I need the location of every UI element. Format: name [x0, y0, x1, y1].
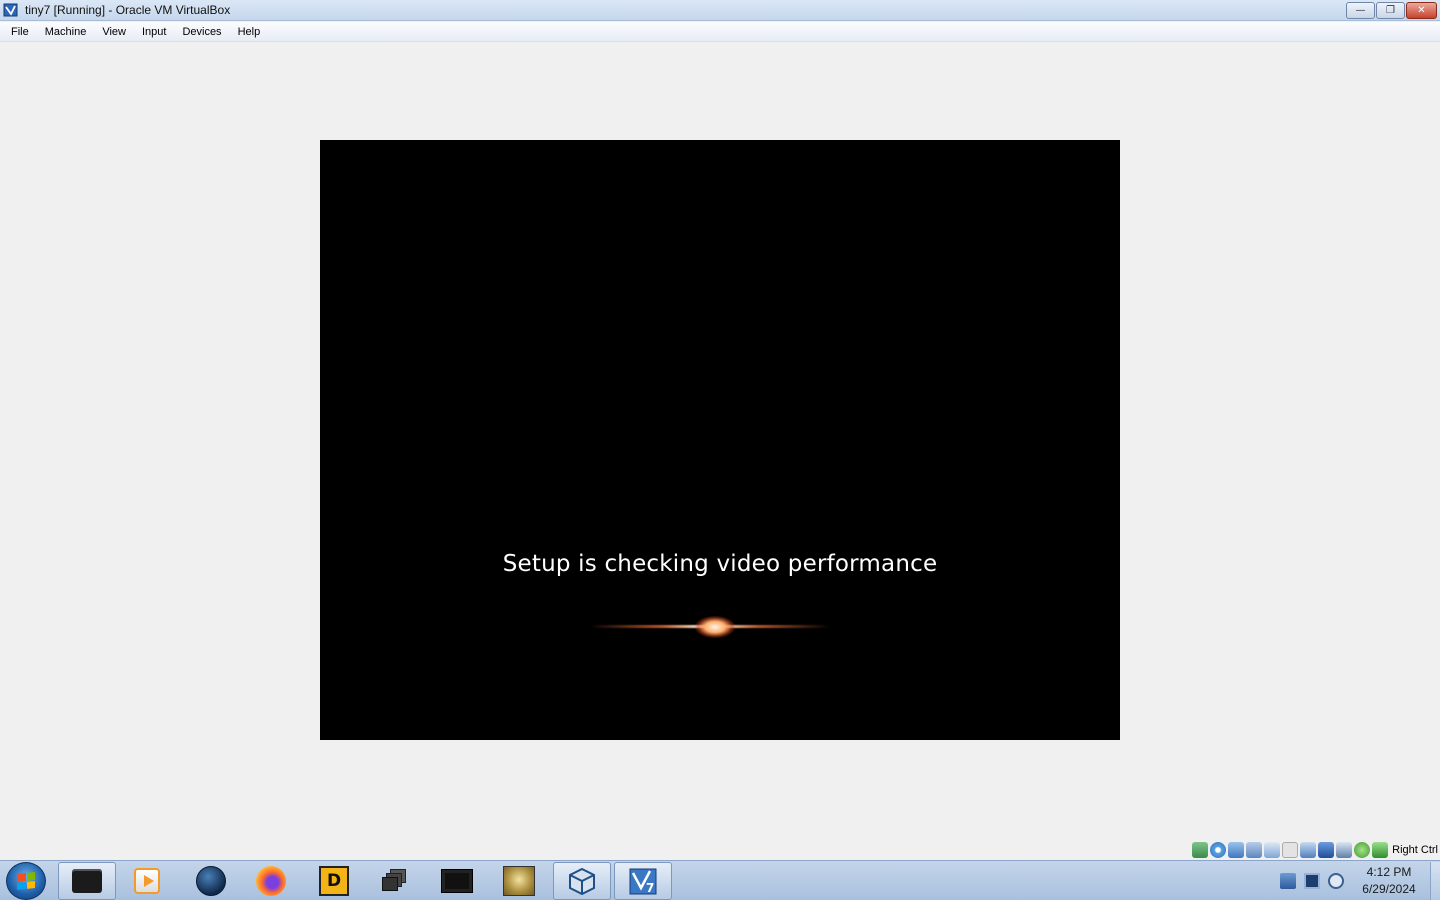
menu-machine[interactable]: Machine [37, 26, 95, 38]
optical-drive-icon[interactable] [1210, 842, 1227, 858]
recording-icon[interactable] [1318, 842, 1335, 858]
shared-folders-icon[interactable] [1282, 842, 1299, 858]
menu-devices[interactable]: Devices [174, 26, 229, 38]
taskbar-console[interactable] [428, 862, 486, 900]
firefox-icon [256, 866, 286, 896]
clock-date: 6/29/2024 [1362, 882, 1416, 896]
menu-file[interactable]: File [3, 26, 37, 38]
taskbar-vbox-cat[interactable] [490, 862, 548, 900]
title-bar: tiny7 [Running] - Oracle VM VirtualBox —… [0, 0, 1440, 21]
taskbar-firefox[interactable] [242, 862, 300, 900]
svg-text:7: 7 [646, 881, 654, 895]
display-icon[interactable] [1300, 842, 1317, 858]
vm-display[interactable]: Setup is checking video performance [320, 140, 1120, 740]
globe-browser-icon [196, 866, 226, 896]
vbox-cat-icon [503, 866, 535, 896]
network-tray-icon[interactable] [1304, 873, 1320, 889]
close-icon: ✕ [1417, 5, 1426, 16]
show-desktop-button[interactable] [1430, 862, 1440, 900]
restore-icon: ❐ [1386, 5, 1395, 16]
mouse-integration-icon[interactable] [1354, 842, 1371, 858]
keyboard-icon[interactable] [1372, 842, 1389, 858]
menu-input[interactable]: Input [134, 26, 174, 38]
windows7-vm-icon: 7 [628, 866, 658, 896]
taskbar-globe-browser[interactable] [182, 862, 240, 900]
minimize-button[interactable]: — [1346, 2, 1375, 19]
window-title: tiny7 [Running] - Oracle VM VirtualBox [25, 3, 231, 17]
clock-time: 4:12 PM [1366, 865, 1412, 879]
taskbar-de-app[interactable]: D [305, 862, 363, 900]
minimize-icon: — [1355, 5, 1366, 16]
menu-help[interactable]: Help [230, 26, 269, 38]
media-player-icon [134, 868, 160, 894]
taskbar-window-switcher[interactable] [366, 862, 424, 900]
taskbar-media-player[interactable] [118, 862, 176, 900]
windows-logo-icon [17, 872, 35, 890]
hard-disk-icon[interactable] [1192, 842, 1209, 858]
virtualbox-icon [568, 867, 596, 896]
menu-bar: File Machine View Input Devices Help [0, 22, 1440, 42]
volume-icon[interactable] [1328, 873, 1344, 889]
windows-stack-icon [382, 869, 408, 893]
taskbar-terminal[interactable] [58, 862, 116, 900]
de-app-icon: D [319, 866, 349, 896]
system-tray: 4:12 PM 6/29/2024 [1280, 862, 1440, 900]
restore-button[interactable]: ❐ [1376, 2, 1405, 19]
clock[interactable]: 4:12 PM 6/29/2024 [1352, 864, 1426, 898]
taskbar-tiny7-vm[interactable]: 7 [614, 862, 672, 900]
setup-status-text: Setup is checking video performance [502, 551, 938, 577]
audio-icon[interactable] [1228, 842, 1245, 858]
taskbar: D 7 4:12 PM 6/29/2024 [0, 860, 1440, 900]
action-center-icon[interactable] [1280, 873, 1296, 889]
host-key-label: Right Ctrl [1392, 844, 1438, 856]
taskbar-virtualbox-manager[interactable] [553, 862, 611, 900]
vm-status-bar: Right Ctrl [1192, 841, 1438, 859]
progress-flare-glow [695, 616, 735, 638]
usb-icon[interactable] [1264, 842, 1281, 858]
start-button[interactable] [6, 862, 46, 900]
virtualbox-app-icon [3, 2, 19, 18]
menu-view[interactable]: View [94, 26, 134, 38]
virtualization-icon[interactable] [1336, 842, 1353, 858]
close-button[interactable]: ✕ [1406, 2, 1437, 19]
console-icon [441, 869, 473, 893]
terminal-app-icon [72, 869, 102, 893]
network-icon[interactable] [1246, 842, 1263, 858]
